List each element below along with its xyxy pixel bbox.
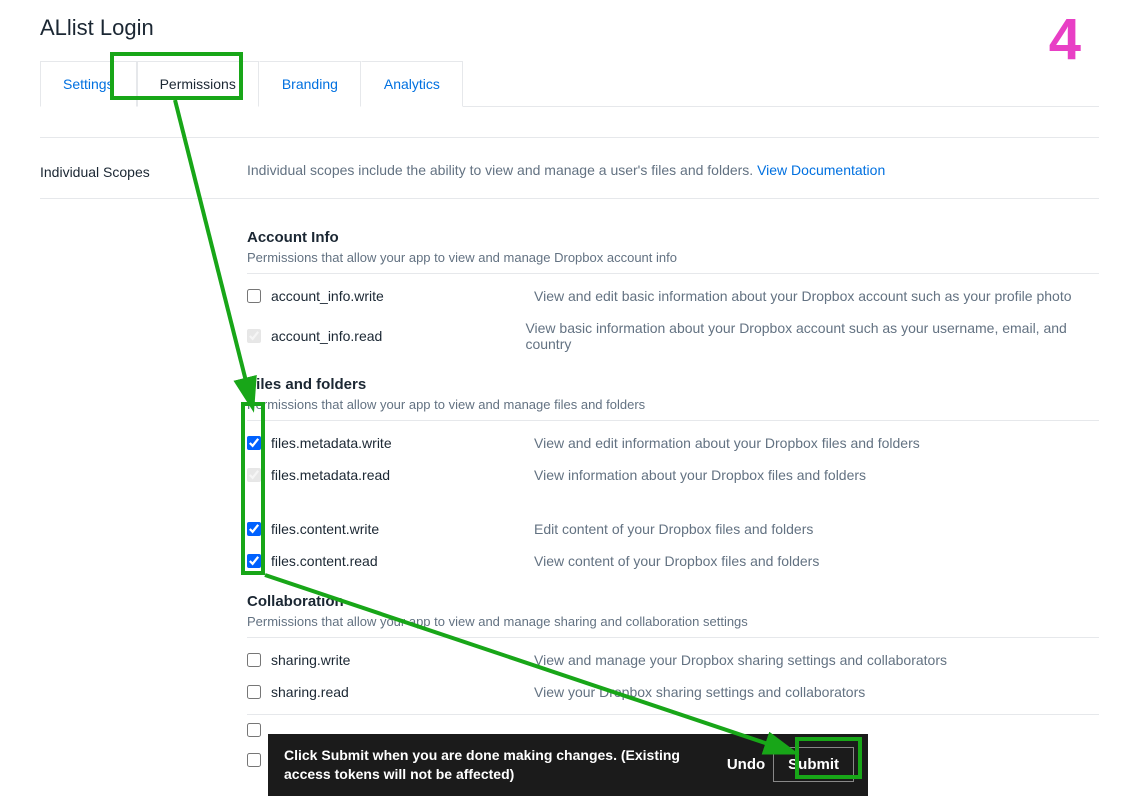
group-desc-account: Permissions that allow your app to view … — [247, 246, 1099, 274]
scope-desc: View your Dropbox sharing settings and c… — [534, 684, 865, 700]
scope-row-sharing-read: sharing.read View your Dropbox sharing s… — [247, 676, 1099, 708]
group-title-account: Account Info — [247, 229, 1099, 246]
checkbox-sharing-read[interactable] — [247, 685, 261, 699]
scope-desc: View information about your Dropbox file… — [534, 467, 866, 483]
scope-desc: View and edit information about your Dro… — [534, 435, 920, 451]
scope-name: files.content.write — [271, 521, 379, 537]
group-title-files: Files and folders — [247, 376, 1099, 393]
tab-branding[interactable]: Branding — [259, 61, 361, 107]
scopes-intro-label: Individual Scopes — [40, 162, 247, 180]
scope-row-sharing-write: sharing.write View and manage your Dropb… — [247, 644, 1099, 676]
checkbox-files-metadata-read — [247, 468, 261, 482]
scope-name: sharing.read — [271, 684, 349, 700]
scope-desc: Edit content of your Dropbox files and f… — [534, 521, 813, 537]
scope-desc: View and edit basic information about yo… — [534, 288, 1072, 304]
scope-row-account-info-read: account_info.read View basic information… — [247, 312, 1099, 360]
tab-permissions[interactable]: Permissions — [137, 61, 259, 107]
checkbox-hidden-1[interactable] — [247, 723, 261, 737]
group-desc-collab: Permissions that allow your app to view … — [247, 610, 1099, 638]
page-title: ALlist Login — [40, 15, 1099, 41]
scopes-intro-row: Individual Scopes Individual scopes incl… — [40, 138, 1099, 199]
undo-button[interactable]: Undo — [719, 748, 773, 781]
scope-desc: View content of your Dropbox files and f… — [534, 553, 819, 569]
scope-name: account_info.write — [271, 288, 384, 304]
scope-row-files-metadata-write: files.metadata.write View and edit infor… — [247, 427, 1099, 459]
scope-name: files.content.read — [271, 553, 378, 569]
scope-row-files-metadata-read: files.metadata.read View information abo… — [247, 459, 1099, 491]
scope-name: files.metadata.read — [271, 467, 390, 483]
checkbox-files-metadata-write[interactable] — [247, 436, 261, 450]
scope-row-account-info-write: account_info.write View and edit basic i… — [247, 280, 1099, 312]
scope-name: sharing.write — [271, 652, 350, 668]
scope-row-files-content-read: files.content.read View content of your … — [247, 545, 1099, 577]
scope-row-files-content-write: files.content.write Edit content of your… — [247, 513, 1099, 545]
tab-settings[interactable]: Settings — [40, 61, 137, 107]
checkbox-sharing-write[interactable] — [247, 653, 261, 667]
scope-name: account_info.read — [271, 328, 382, 344]
view-documentation-link[interactable]: View Documentation — [757, 162, 885, 178]
scope-desc: View basic information about your Dropbo… — [525, 320, 1099, 352]
tab-analytics[interactable]: Analytics — [361, 61, 463, 107]
checkbox-account-info-write[interactable] — [247, 289, 261, 303]
submit-bar: Click Submit when you are done making ch… — [268, 734, 868, 796]
group-title-collab: Collaboration — [247, 593, 1099, 610]
checkbox-files-content-write[interactable] — [247, 522, 261, 536]
submit-message: Click Submit when you are done making ch… — [284, 746, 719, 784]
tabs: Settings Permissions Branding Analytics — [40, 61, 1099, 107]
scopes-intro-text: Individual scopes include the ability to… — [247, 162, 757, 178]
scope-desc: View and manage your Dropbox sharing set… — [534, 652, 947, 668]
group-desc-files: Permissions that allow your app to view … — [247, 393, 1099, 421]
checkbox-hidden-2[interactable] — [247, 753, 261, 767]
checkbox-files-content-read[interactable] — [247, 554, 261, 568]
submit-button[interactable]: Submit — [773, 747, 854, 782]
scope-name: files.metadata.write — [271, 435, 392, 451]
checkbox-account-info-read — [247, 329, 261, 343]
